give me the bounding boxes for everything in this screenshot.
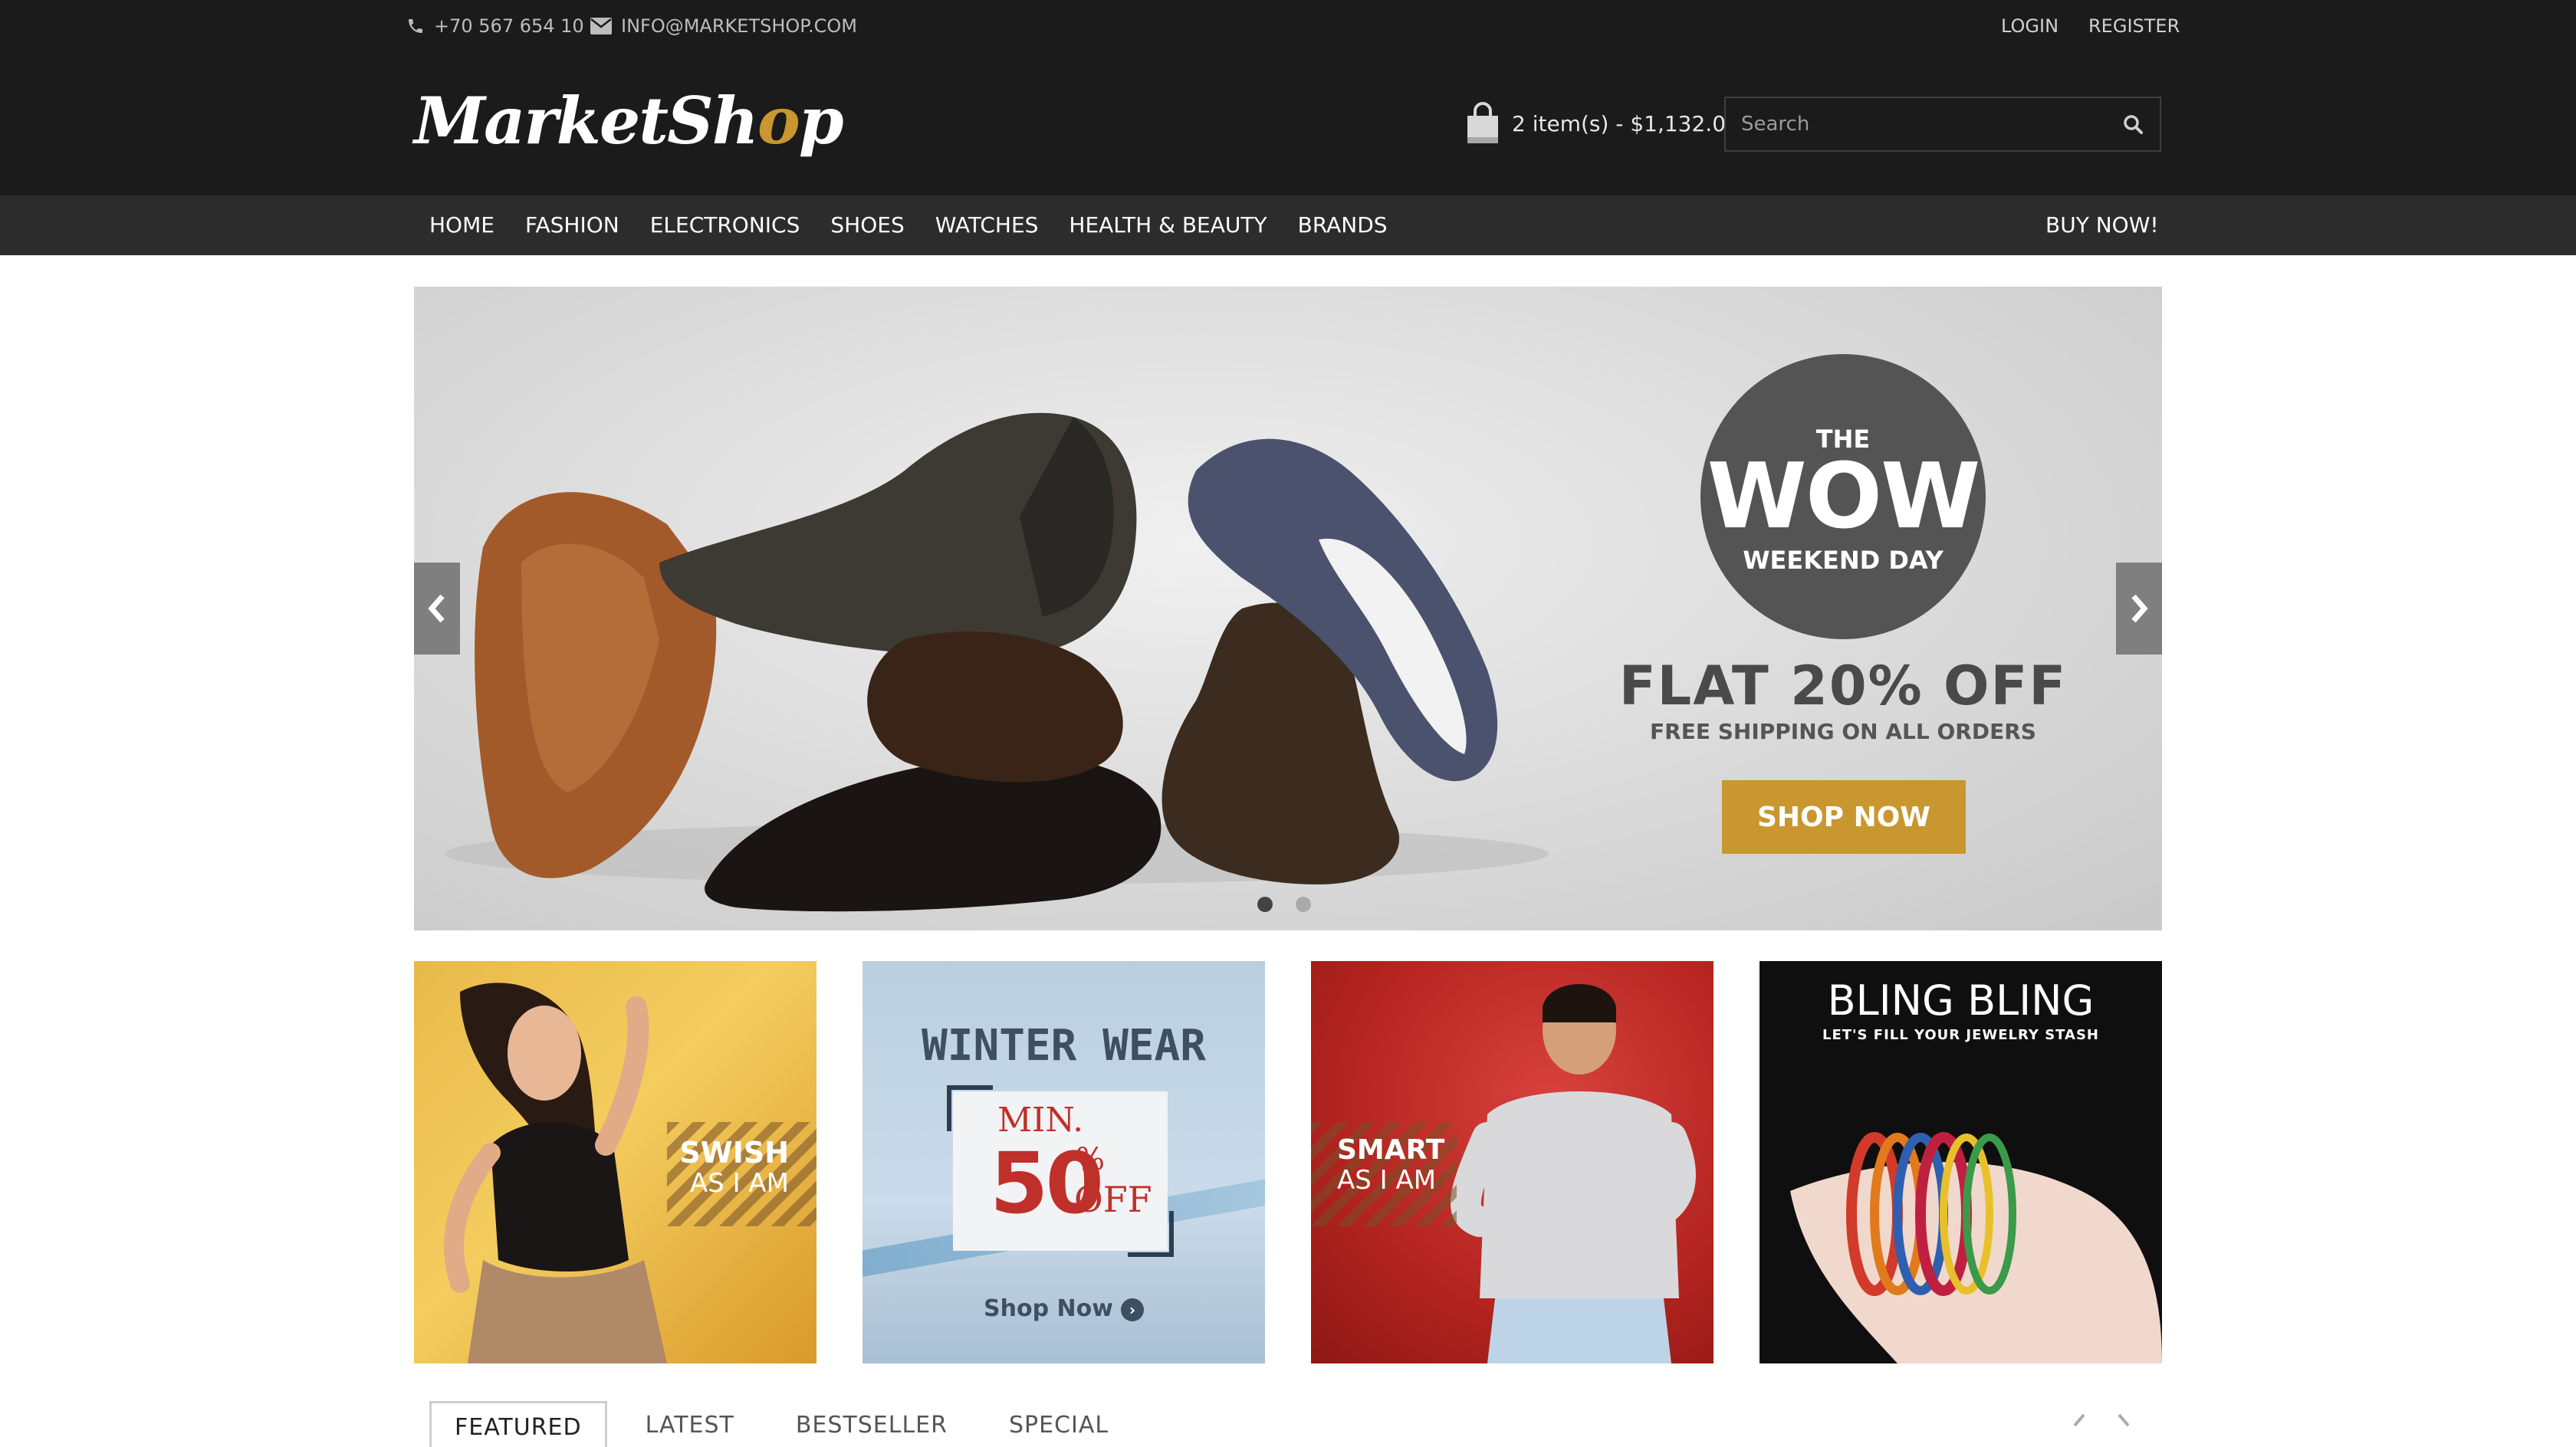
tab-special[interactable]: SPECIAL	[986, 1401, 1132, 1447]
main-nav: HOME FASHION ELECTRONICS SHOES WATCHES H…	[0, 195, 2576, 255]
nav-item-electronics[interactable]: ELECTRONICS	[635, 195, 816, 255]
chevron-right-icon	[2131, 594, 2148, 623]
banner-winter-wear[interactable]: WINTER WEAR MIN. 50 % OFF Shop Now ›	[863, 961, 1265, 1363]
hero-slider: THE WOW WEEKEND DAY FLAT 20% OFF FREE SH…	[414, 287, 2162, 930]
site-logo[interactable]: MarketShop	[414, 75, 844, 167]
discount-percent: %	[1076, 1142, 1106, 1177]
header: +70 567 654 10 INFO@MARKETSHOP.COM LOGIN…	[0, 0, 2576, 195]
slider-dot-1[interactable]	[1257, 897, 1273, 912]
cart-total[interactable]: 2 item(s) - $1,132.00	[1512, 111, 1740, 136]
promo-headline: FLAT 20% OFF	[1618, 655, 2068, 717]
carousel-pager	[2070, 1407, 2133, 1438]
nav-item-shoes[interactable]: SHOES	[815, 195, 919, 255]
slider-prev-button[interactable]	[414, 563, 460, 655]
shoes-illustration	[445, 412, 1549, 912]
slider-dot-2[interactable]	[1296, 897, 1311, 912]
chevron-left-icon	[428, 594, 445, 623]
banner-subtitle: AS I AM	[1337, 1165, 1437, 1196]
register-link[interactable]: REGISTER	[2088, 12, 2180, 40]
login-link[interactable]: LOGIN	[2001, 12, 2058, 40]
search-icon	[2124, 115, 2143, 134]
banner-smart[interactable]: SMART AS I AM	[1311, 961, 1714, 1363]
nav-item-home[interactable]: HOME	[414, 195, 510, 255]
shop-now-label: Shop Now	[984, 1295, 1113, 1322]
phone-icon	[409, 19, 422, 33]
phone-number: +70 567 654 10	[434, 15, 584, 37]
email-info[interactable]: INFO@MARKETSHOP.COM	[590, 12, 857, 40]
banner-shop-now-link[interactable]: Shop Now ›	[863, 1295, 1265, 1322]
banner-bling-bling[interactable]: BLING BLING LET'S FILL YOUR JEWELRY STAS…	[1760, 961, 2162, 1363]
buy-now-link[interactable]: BUY NOW!	[2030, 195, 2174, 255]
search-button[interactable]	[2106, 98, 2160, 150]
frame-corner	[947, 1085, 993, 1131]
nav-item-fashion[interactable]: FASHION	[510, 195, 635, 255]
promo-subline: FREE SHIPPING ON ALL ORDERS	[1650, 719, 2036, 744]
logo-text-accent: o	[757, 83, 800, 159]
tab-latest[interactable]: LATEST	[623, 1401, 757, 1447]
banner-title: SWISH	[679, 1136, 789, 1170]
nav-menu: HOME FASHION ELECTRONICS SHOES WATCHES H…	[414, 195, 1403, 255]
envelope-icon	[590, 18, 612, 34]
email-address[interactable]: INFO@MARKETSHOP.COM	[621, 15, 857, 37]
tab-bestseller[interactable]: BESTSELLER	[773, 1401, 971, 1447]
badge-bottom-text: WEEKEND DAY	[1743, 546, 1944, 575]
logo-text-end: p	[798, 83, 844, 159]
discount-off-label: OFF	[1074, 1179, 1152, 1220]
product-tabs: FEATURED LATEST BESTSELLER SPECIAL	[429, 1401, 1132, 1447]
search-input[interactable]	[1726, 98, 2106, 150]
chevron-right-icon[interactable]	[2114, 1407, 2133, 1438]
phone-info: +70 567 654 10	[406, 12, 584, 40]
nav-item-health-beauty[interactable]: HEALTH & BEAUTY	[1053, 195, 1282, 255]
tab-featured[interactable]: FEATURED	[429, 1401, 607, 1447]
banner-swish[interactable]: SWISH AS I AM	[414, 961, 816, 1363]
cart-summary[interactable]: 2 item(s) - $1,132.00	[1466, 98, 1740, 149]
bracelets-illustration	[1790, 1132, 2162, 1363]
slider-next-button[interactable]	[2116, 563, 2162, 655]
banner-title: WINTER WEAR	[922, 1021, 1206, 1071]
nav-item-watches[interactable]: WATCHES	[920, 195, 1054, 255]
shopping-bag-icon	[1467, 102, 1498, 143]
search-box	[1724, 97, 2161, 152]
banner-subtitle: AS I AM	[689, 1168, 789, 1199]
nav-item-brands[interactable]: BRANDS	[1283, 195, 1403, 255]
slider-pagination	[1257, 897, 1311, 912]
logo-text-main: MarketSh	[414, 83, 759, 159]
badge-main-text: WOW	[1707, 443, 1981, 549]
banner-title: SMART	[1337, 1134, 1445, 1166]
shop-now-button[interactable]: SHOP NOW	[1722, 780, 1966, 854]
promo-badge: THE WOW WEEKEND DAY	[1700, 354, 1986, 639]
arrow-circle-icon: ›	[1120, 1298, 1144, 1321]
chevron-left-icon[interactable]	[2070, 1407, 2088, 1438]
